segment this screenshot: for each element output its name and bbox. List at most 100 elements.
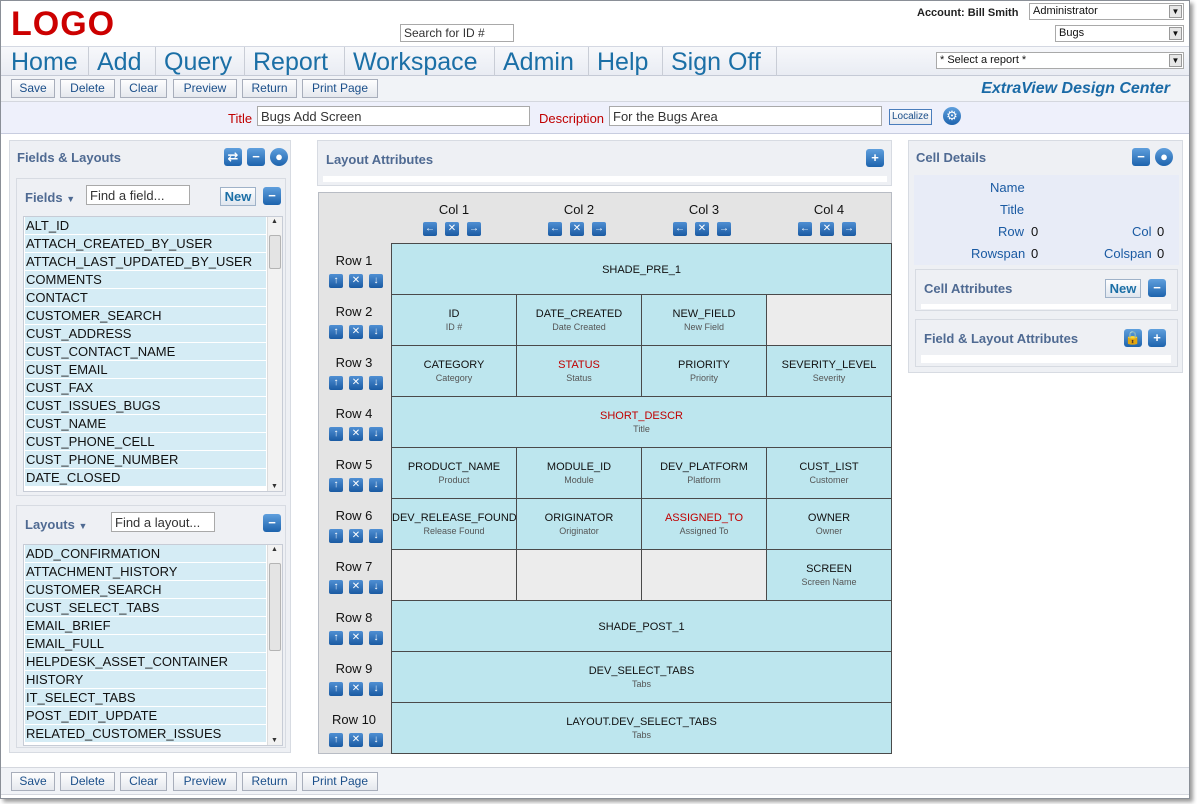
delete-x-icon[interactable]: ✕ xyxy=(349,427,363,441)
arrow-right-icon[interactable]: → xyxy=(467,222,481,236)
return-button[interactable]: Return xyxy=(242,79,297,98)
list-item[interactable]: CUST_ISSUES_BUGS xyxy=(25,397,266,415)
refresh-icon[interactable]: ⇄ xyxy=(224,148,242,166)
grid-cell-status[interactable]: STATUS Status xyxy=(516,345,642,397)
delete-x-icon[interactable]: ✕ xyxy=(820,222,834,236)
nav-admin[interactable]: Admin xyxy=(495,47,589,76)
arrow-up-icon[interactable]: ↑ xyxy=(329,274,343,288)
circle-icon[interactable]: ● xyxy=(1155,148,1173,166)
description-field[interactable]: For the Bugs Area xyxy=(609,106,882,126)
list-item[interactable]: ADD_CONFIRMATION xyxy=(25,545,266,563)
list-item[interactable]: ATTACH_LAST_UPDATED_BY_USER xyxy=(25,253,266,271)
delete-x-icon[interactable]: ✕ xyxy=(349,274,363,288)
new-field-button[interactable]: New xyxy=(220,187,256,206)
delete-x-icon[interactable]: ✕ xyxy=(349,529,363,543)
layouts-label[interactable]: Layouts ▼ xyxy=(25,517,87,532)
list-item[interactable]: EMAIL_FULL xyxy=(25,635,266,653)
delete-x-icon[interactable]: ✕ xyxy=(349,325,363,339)
return-button[interactable]: Return xyxy=(242,772,297,791)
print-page-button[interactable]: Print Page xyxy=(302,79,378,98)
grid-cell-empty[interactable] xyxy=(766,294,892,346)
list-item[interactable]: CUST_PHONE_NUMBER xyxy=(25,451,266,469)
grid-cell-layout-dev-select-tabs[interactable]: LAYOUT.DEV_SELECT_TABS Tabs xyxy=(391,702,892,754)
arrow-down-icon[interactable]: ↓ xyxy=(369,478,383,492)
list-item[interactable]: CUSTOMER_SEARCH xyxy=(25,581,266,599)
grid-cell-priority[interactable]: PRIORITY Priority xyxy=(641,345,767,397)
find-layout-input[interactable]: Find a layout... xyxy=(111,512,215,532)
delete-x-icon[interactable]: ✕ xyxy=(695,222,709,236)
arrow-down-icon[interactable]: ↓ xyxy=(369,580,383,594)
list-item[interactable]: CUST_SELECT_TABS xyxy=(25,599,266,617)
list-item[interactable]: CUST_ADDRESS xyxy=(25,325,266,343)
arrow-down-icon[interactable]: ↓ xyxy=(369,376,383,390)
arrow-left-icon[interactable]: ← xyxy=(548,222,562,236)
grid-cell-category[interactable]: CATEGORY Category xyxy=(391,345,517,397)
find-field-input[interactable]: Find a field... xyxy=(86,185,190,205)
list-item[interactable]: CUST_FAX xyxy=(25,379,266,397)
list-item[interactable]: CONTACT xyxy=(25,289,266,307)
grid-cell-owner[interactable]: OWNER Owner xyxy=(766,498,892,550)
delete-x-icon[interactable]: ✕ xyxy=(349,376,363,390)
role-select[interactable]: Administrator ▼ xyxy=(1029,3,1184,20)
layouts-scrollbar[interactable]: ▲ ▼ xyxy=(267,545,282,745)
list-item[interactable]: ATTACHMENT_HISTORY xyxy=(25,563,266,581)
save-button[interactable]: Save xyxy=(11,79,55,98)
arrow-down-icon[interactable]: ↓ xyxy=(369,325,383,339)
preview-button[interactable]: Preview xyxy=(173,772,237,791)
minus-icon[interactable]: − xyxy=(1148,279,1166,297)
nav-report[interactable]: Report xyxy=(245,47,345,76)
list-item[interactable]: ATTACH_CREATED_BY_USER xyxy=(25,235,266,253)
grid-cell-screen[interactable]: SCREEN Screen Name xyxy=(766,549,892,601)
grid-cell-shade-pre[interactable]: SHADE_PRE_1 xyxy=(391,243,892,295)
scroll-down-icon[interactable]: ▼ xyxy=(271,737,278,744)
arrow-left-icon[interactable]: ← xyxy=(798,222,812,236)
nav-home[interactable]: Home xyxy=(3,47,89,76)
list-item[interactable]: DATE_CLOSED xyxy=(25,469,266,487)
grid-cell-cust-list[interactable]: CUST_LIST Customer xyxy=(766,447,892,499)
fields-scroll-thumb[interactable] xyxy=(269,235,281,269)
grid-cell-dev-platform[interactable]: DEV_PLATFORM Platform xyxy=(641,447,767,499)
gear-icon[interactable]: ⚙ xyxy=(943,107,961,125)
arrow-down-icon[interactable]: ↓ xyxy=(369,733,383,747)
grid-cell-dev-select-tabs[interactable]: DEV_SELECT_TABS Tabs xyxy=(391,651,892,703)
arrow-right-icon[interactable]: → xyxy=(592,222,606,236)
title-field[interactable]: Bugs Add Screen xyxy=(257,106,530,126)
layouts-scroll-thumb[interactable] xyxy=(269,563,281,651)
list-item[interactable]: IT_SELECT_TABS xyxy=(25,689,266,707)
clear-button[interactable]: Clear xyxy=(120,772,167,791)
nav-help[interactable]: Help xyxy=(589,47,663,76)
lock-icon[interactable]: 🔒 xyxy=(1124,329,1142,347)
arrow-down-icon[interactable]: ↓ xyxy=(369,631,383,645)
search-id-input[interactable]: Search for ID # xyxy=(400,24,514,42)
arrow-up-icon[interactable]: ↑ xyxy=(329,682,343,696)
grid-cell-new-field[interactable]: NEW_FIELD New Field xyxy=(641,294,767,346)
grid-cell-shade-post[interactable]: SHADE_POST_1 xyxy=(391,600,892,652)
area-select[interactable]: Bugs ▼ xyxy=(1055,25,1184,42)
delete-x-icon[interactable]: ✕ xyxy=(349,631,363,645)
circle-icon[interactable]: ● xyxy=(270,148,288,166)
plus-icon[interactable]: + xyxy=(1148,329,1166,347)
grid-cell-dev-release-found[interactable]: DEV_RELEASE_FOUND Release Found xyxy=(391,498,517,550)
grid-cell-empty[interactable] xyxy=(391,549,517,601)
grid-cell-id[interactable]: ID ID # xyxy=(391,294,517,346)
list-item[interactable]: ALT_ID xyxy=(25,217,266,235)
list-item[interactable]: CUST_CONTACT_NAME xyxy=(25,343,266,361)
delete-x-icon[interactable]: ✕ xyxy=(445,222,459,236)
grid-cell-date-created[interactable]: DATE_CREATED Date Created xyxy=(516,294,642,346)
arrow-up-icon[interactable]: ↑ xyxy=(329,580,343,594)
minus-icon[interactable]: − xyxy=(263,514,281,532)
grid-cell-module-id[interactable]: MODULE_ID Module xyxy=(516,447,642,499)
delete-x-icon[interactable]: ✕ xyxy=(349,478,363,492)
delete-x-icon[interactable]: ✕ xyxy=(349,733,363,747)
nav-query[interactable]: Query xyxy=(156,47,245,76)
arrow-down-icon[interactable]: ↓ xyxy=(369,274,383,288)
plus-icon[interactable]: + xyxy=(866,149,884,167)
minus-icon[interactable]: − xyxy=(263,187,281,205)
grid-cell-severity-level[interactable]: SEVERITY_LEVEL Severity xyxy=(766,345,892,397)
arrow-left-icon[interactable]: ← xyxy=(673,222,687,236)
arrow-left-icon[interactable]: ← xyxy=(423,222,437,236)
nav-workspace[interactable]: Workspace xyxy=(345,47,495,76)
print-page-button[interactable]: Print Page xyxy=(302,772,378,791)
list-item[interactable]: COMMENTS xyxy=(25,271,266,289)
arrow-right-icon[interactable]: → xyxy=(842,222,856,236)
